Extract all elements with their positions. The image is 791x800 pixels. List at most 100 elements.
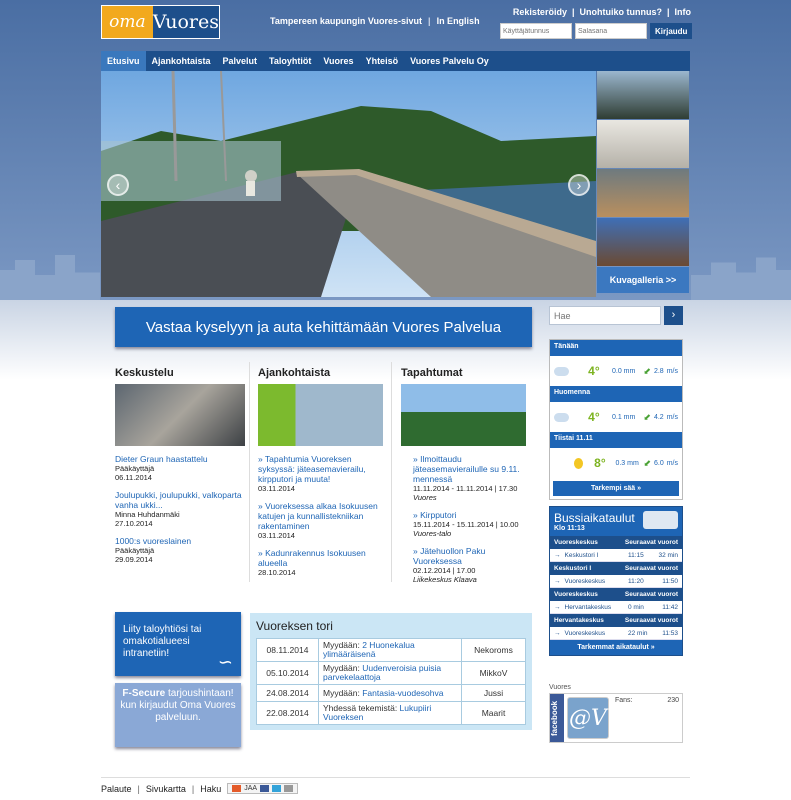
table-row[interactable]: 24.08.2014 Myydään: Fantasia-vuodesohva Ju… <box>256 684 526 702</box>
sitemap-link[interactable]: Sivukartta <box>146 784 186 794</box>
separator: | <box>571 7 575 17</box>
wind-arrow-icon: ⬋ <box>643 365 651 376</box>
weather-wind: 4.2 <box>653 413 664 421</box>
weather-unit: m/s <box>666 367 678 375</box>
news-link[interactable]: » Vuoreksessa alkaa Isokuusen katujen ja… <box>258 501 383 531</box>
news-date: 03.11.2014 <box>258 531 295 540</box>
search-link[interactable]: Haku <box>200 784 221 794</box>
marketplace-date: 05.10.2014 <box>256 661 319 685</box>
facebook-avatar[interactable]: @V <box>567 697 609 739</box>
logo-vuores: Vuores <box>152 6 219 38</box>
marketplace-date: 24.08.2014 <box>256 684 319 702</box>
bus-from: Vuoreskeskus <box>554 591 598 598</box>
wind-arrow-icon: ⬋ <box>643 457 651 468</box>
discussion-date: 27.10.2014 <box>115 519 153 528</box>
marketplace-date: 22.08.2014 <box>256 701 319 725</box>
discussion-link[interactable]: Joulupukki, joulupukki, valkoparta vanha… <box>115 490 245 510</box>
table-row[interactable]: 08.11.2014 Myydään: 2 Huonekalua ylimäärä… <box>256 638 526 662</box>
hero-slideshow[interactable]: ‹ › <box>101 71 596 297</box>
nav-item-etusivu[interactable]: Etusivu <box>101 51 146 71</box>
marketplace-box: Vuoreksen tori 08.11.2014 Myydään: 2 Huon… <box>250 613 532 730</box>
weather-rain: 0.3 mm <box>615 459 639 467</box>
weather-unit: m/s <box>666 413 678 421</box>
share-label: JAA <box>244 785 258 792</box>
bus-destination: Vuoreskeskus <box>564 577 606 585</box>
site-logo[interactable]: oma Vuores <box>101 5 220 39</box>
gallery-thumbnail[interactable] <box>597 120 689 168</box>
facebook-logo[interactable]: facebook <box>550 694 564 742</box>
intranet-promo[interactable]: Liity taloyhtiösi tai omakotialueesi int… <box>115 612 241 676</box>
nav-item-taloyhtiot[interactable]: Taloyhtiöt <box>263 51 317 71</box>
bus-from: Hervantakeskus <box>554 617 604 624</box>
gallery-thumbnail[interactable] <box>597 169 689 217</box>
bus-row[interactable]: → Hervantakeskus 0 min 11:42 <box>550 601 682 614</box>
facebook-fans-count: 230 <box>667 697 679 704</box>
marketplace-prefix: Myydään: <box>323 687 363 698</box>
table-row[interactable]: 22.08.2014 Yhdessä tekemistä: Lukupiiri V… <box>256 701 526 725</box>
forgot-link[interactable]: Unohtuiko tunnus? <box>579 7 661 17</box>
bus-next-label: Seuraavat vuorot <box>624 539 678 546</box>
events-image <box>401 384 526 446</box>
main-nav: Etusivu Ajankohtaista Palvelut Taloyhtiö… <box>101 51 690 71</box>
twitter-icon <box>272 785 282 792</box>
bus-time-2: 11:42 <box>662 603 678 611</box>
feedback-link[interactable]: Palaute <box>101 784 132 794</box>
discussion-author: Minna Huhdanmäki <box>115 510 180 519</box>
bus-row[interactable]: → Keskustori I 11:15 32 min <box>550 549 682 562</box>
event-place: Vuores <box>413 493 437 502</box>
search-input[interactable] <box>549 306 661 325</box>
table-row[interactable]: 05.10.2014 Myydään: Uudenveroisia puisia … <box>256 661 526 685</box>
news-link[interactable]: » Kadunrakennus Isokuusen alueella <box>258 548 383 568</box>
footer: Palaute | Sivukartta | Haku JAA <box>101 777 690 794</box>
bus-row[interactable]: → Vuoreskeskus 11:20 11:50 <box>550 575 682 588</box>
weather-day-label: Huomenna <box>550 386 682 402</box>
swan-icon: ∽ <box>217 652 233 672</box>
email-icon <box>284 785 294 792</box>
login-button[interactable]: Kirjaudu <box>650 23 693 39</box>
nav-item-yhteiso[interactable]: Yhteisö <box>360 51 405 71</box>
survey-banner[interactable]: Vastaa kyselyyn ja auta kehittämään Vuor… <box>115 307 532 347</box>
facebook-icon <box>260 785 270 792</box>
bus-schedule-widget: Bussiaikataulut Klo 11:13 Vuoreskeskus Se… <box>549 506 683 656</box>
nav-item-ajankohtaista[interactable]: Ajankohtaista <box>146 51 217 71</box>
marketplace-user: Maarit <box>461 701 526 725</box>
discussion-link[interactable]: 1000:s vuoreslainen <box>115 536 245 546</box>
news-link[interactable]: » Tapahtumia Vuoreksen syksyssä: jätease… <box>258 454 383 484</box>
bus-more-link[interactable]: Tarkemmat aikataulut » <box>550 640 682 655</box>
bus-time-1: 11:15 <box>628 551 644 559</box>
city-pages-link[interactable]: Tampereen kaupungin Vuores-sivut <box>270 16 422 26</box>
password-input[interactable] <box>575 23 647 39</box>
discussion-link[interactable]: Dieter Graun haastattelu <box>115 454 245 464</box>
event-link[interactable]: » Kirpputori <box>413 510 526 520</box>
gallery-thumbnail[interactable] <box>597 71 689 119</box>
slideshow-next-button[interactable]: › <box>568 174 590 196</box>
english-link[interactable]: In English <box>437 16 480 26</box>
arrow-right-icon: → <box>554 577 561 585</box>
gallery-thumbnail[interactable] <box>597 218 689 266</box>
share-button[interactable]: JAA <box>227 783 299 794</box>
nav-item-vuores[interactable]: Vuores <box>317 51 359 71</box>
column-divider <box>249 362 250 582</box>
marketplace-item-link[interactable]: Fantasia-vuodesohva <box>362 688 443 698</box>
weather-more-link[interactable]: Tarkempi sää » <box>553 481 679 496</box>
city-silhouette-left <box>0 255 100 300</box>
nav-item-vuores-palvelu[interactable]: Vuores Palvelu Oy <box>404 51 495 71</box>
gallery-link[interactable]: Kuvagalleria >> <box>597 267 689 293</box>
facebook-page-label[interactable]: Vuores <box>549 684 683 691</box>
bus-row[interactable]: → Vuoreskeskus 22 min 11:53 <box>550 627 682 640</box>
register-link[interactable]: Rekisteröidy <box>513 7 567 17</box>
event-place: Liikekeskus Klaava <box>413 575 477 584</box>
fsecure-promo[interactable]: F-Secure tarjoushintaan! kun kirjaudut O… <box>115 683 241 747</box>
discussion-author: Pääkäyttäjä <box>115 464 155 473</box>
username-input[interactable] <box>500 23 572 39</box>
nav-item-palvelut[interactable]: Palvelut <box>217 51 264 71</box>
bus-destination: Keskustori I <box>564 551 599 559</box>
search-button[interactable]: › <box>664 306 683 325</box>
news-title: Ajankohtaista <box>258 367 331 379</box>
event-link[interactable]: » Jätehuollon Paku Vuoreksessa <box>413 546 526 566</box>
info-link[interactable]: Info <box>675 7 692 17</box>
bus-time-2: 11:53 <box>662 629 678 637</box>
slideshow-prev-button[interactable]: ‹ <box>107 174 129 196</box>
event-link[interactable]: » Ilmoittaudu jäteasemavierailulle su 9.… <box>413 454 526 484</box>
news-column: Ajankohtaista » Tapahtumia Vuoreksen syk… <box>258 367 383 585</box>
